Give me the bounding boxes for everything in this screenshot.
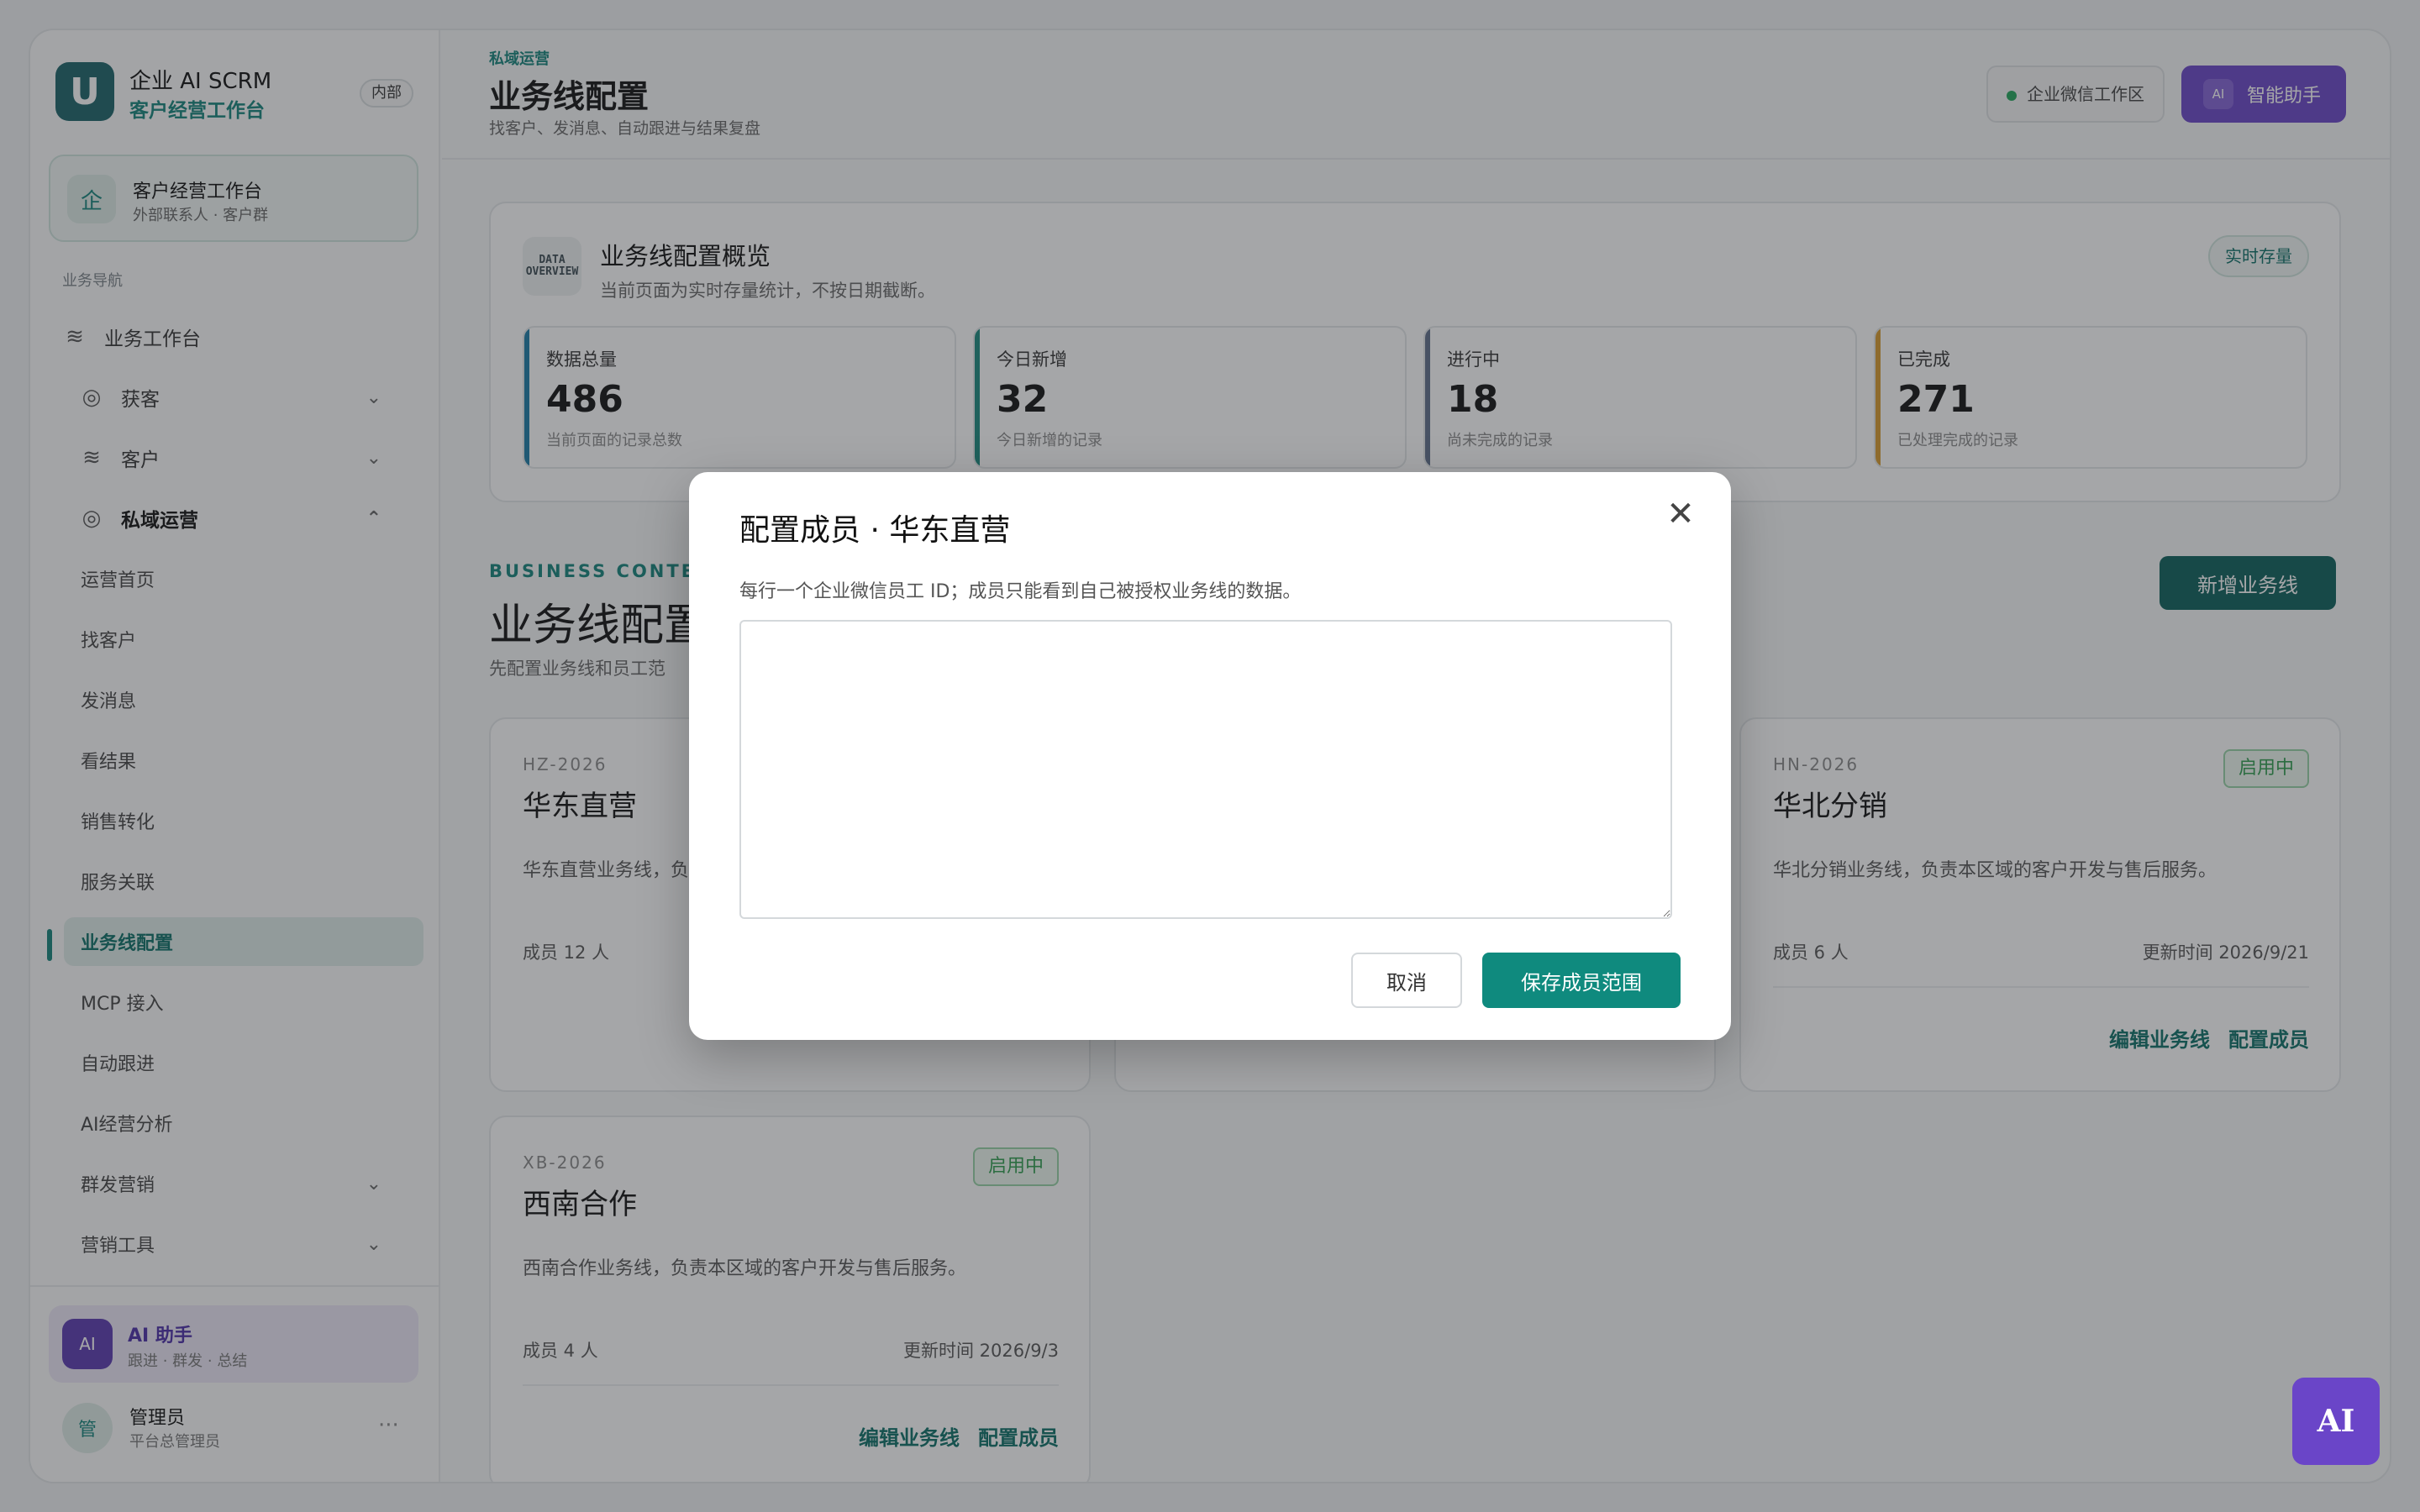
member-ids-textarea[interactable] (739, 620, 1672, 919)
save-members-button[interactable]: 保存成员范围 (1482, 953, 1681, 1008)
config-members-dialog: 配置成员 · 华东直营 ✕ 每行一个企业微信员工 ID；成员只能看到自己被授权业… (689, 472, 1731, 1040)
ai-fab-button[interactable]: AI (2292, 1378, 2380, 1465)
dialog-hint: 每行一个企业微信员工 ID；成员只能看到自己被授权业务线的数据。 (739, 581, 1302, 602)
dialog-title: 配置成员 · 华东直营 (739, 513, 1011, 548)
cancel-button[interactable]: 取消 (1351, 953, 1462, 1008)
close-icon[interactable]: ✕ (1662, 496, 1699, 533)
